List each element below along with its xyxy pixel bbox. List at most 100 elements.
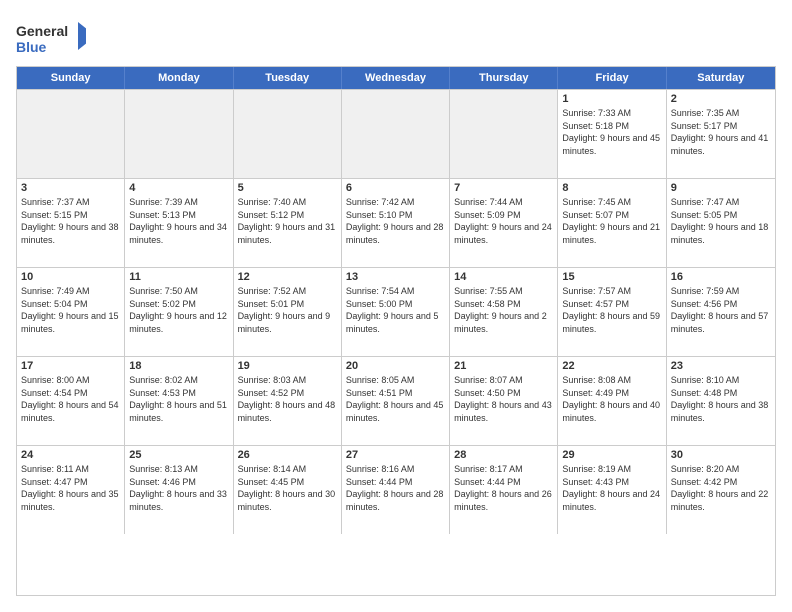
day-info: Sunrise: 8:02 AM Sunset: 4:53 PM Dayligh… [129, 374, 228, 424]
day-info: Sunrise: 7:33 AM Sunset: 5:18 PM Dayligh… [562, 107, 661, 157]
calendar-header: SundayMondayTuesdayWednesdayThursdayFrid… [17, 67, 775, 89]
day-number: 11 [129, 271, 228, 283]
day-cell-15: 15 Sunrise: 7:57 AM Sunset: 4:57 PM Dayli… [558, 268, 666, 356]
day-info: Sunrise: 7:59 AM Sunset: 4:56 PM Dayligh… [671, 285, 771, 335]
day-number: 30 [671, 449, 771, 461]
day-cell-20: 20Sunrise: 8:05 AM Sunset: 4:51 PM Dayli… [342, 357, 450, 445]
week-row-4: 17 Sunrise: 8:00 AM Sunset: 4:54 PM Dayli… [17, 356, 775, 445]
day-cell-26: 26 Sunrise: 8:14 AM Sunset: 4:45 PM Dayli… [234, 446, 342, 534]
day-header-saturday: Saturday [667, 67, 775, 89]
day-cell-18: 18 Sunrise: 8:02 AM Sunset: 4:53 PM Dayli… [125, 357, 233, 445]
day-info: Sunrise: 7:57 AM Sunset: 4:57 PM Dayligh… [562, 285, 661, 335]
svg-text:General: General [16, 23, 68, 39]
day-number: 1 [562, 93, 661, 105]
day-number: 22 [562, 360, 661, 372]
week-row-5: 24 Sunrise: 8:11 AM Sunset: 4:47 PM Dayli… [17, 445, 775, 534]
day-number: 21 [454, 360, 553, 372]
day-number: 15 [562, 271, 661, 283]
day-info: Sunrise: 7:39 AM Sunset: 5:13 PM Dayligh… [129, 196, 228, 246]
day-cell-6: 6 Sunrise: 7:42 AM Sunset: 5:10 PM Daylig… [342, 179, 450, 267]
day-number: 5 [238, 182, 337, 194]
day-cell-10: 10 Sunrise: 7:49 AM Sunset: 5:04 PM Dayli… [17, 268, 125, 356]
day-cell-24: 24 Sunrise: 8:11 AM Sunset: 4:47 PM Dayli… [17, 446, 125, 534]
day-info: Sunrise: 7:40 AM Sunset: 5:12 PM Dayligh… [238, 196, 337, 246]
day-info: Sunrise: 7:54 AM Sunset: 5:00 PM Dayligh… [346, 285, 445, 335]
empty-cell [450, 90, 558, 178]
day-info: Sunrise: 7:52 AM Sunset: 5:01 PM Dayligh… [238, 285, 337, 335]
svg-text:Blue: Blue [16, 39, 47, 55]
day-number: 28 [454, 449, 553, 461]
day-info: Sunrise: 7:42 AM Sunset: 5:10 PM Dayligh… [346, 196, 445, 246]
day-info: Sunrise: 7:44 AM Sunset: 5:09 PM Dayligh… [454, 196, 553, 246]
day-number: 18 [129, 360, 228, 372]
calendar: SundayMondayTuesdayWednesdayThursdayFrid… [16, 66, 776, 596]
day-info: Sunrise: 8:14 AM Sunset: 4:45 PM Dayligh… [238, 463, 337, 513]
day-number: 12 [238, 271, 337, 283]
day-number: 10 [21, 271, 120, 283]
week-row-2: 3Sunrise: 7:37 AM Sunset: 5:15 PM Daylig… [17, 178, 775, 267]
day-info: Sunrise: 7:55 AM Sunset: 4:58 PM Dayligh… [454, 285, 553, 335]
day-info: Sunrise: 8:11 AM Sunset: 4:47 PM Dayligh… [21, 463, 120, 513]
day-cell-13: 13 Sunrise: 7:54 AM Sunset: 5:00 PM Dayli… [342, 268, 450, 356]
day-info: Sunrise: 8:19 AM Sunset: 4:43 PM Dayligh… [562, 463, 661, 513]
day-cell-2: 2 Sunrise: 7:35 AM Sunset: 5:17 PM Daylig… [667, 90, 775, 178]
day-cell-4: 4 Sunrise: 7:39 AM Sunset: 5:13 PM Daylig… [125, 179, 233, 267]
day-cell-30: 30Sunrise: 8:20 AM Sunset: 4:42 PM Dayli… [667, 446, 775, 534]
day-header-friday: Friday [558, 67, 666, 89]
day-number: 2 [671, 93, 771, 105]
day-cell-3: 3Sunrise: 7:37 AM Sunset: 5:15 PM Daylig… [17, 179, 125, 267]
day-number: 27 [346, 449, 445, 461]
day-info: Sunrise: 8:13 AM Sunset: 4:46 PM Dayligh… [129, 463, 228, 513]
day-cell-11: 11 Sunrise: 7:50 AM Sunset: 5:02 PM Dayli… [125, 268, 233, 356]
day-cell-29: 29 Sunrise: 8:19 AM Sunset: 4:43 PM Dayli… [558, 446, 666, 534]
day-number: 7 [454, 182, 553, 194]
day-header-tuesday: Tuesday [234, 67, 342, 89]
day-cell-23: 23 Sunrise: 8:10 AM Sunset: 4:48 PM Dayli… [667, 357, 775, 445]
day-number: 6 [346, 182, 445, 194]
day-number: 13 [346, 271, 445, 283]
day-header-monday: Monday [125, 67, 233, 89]
day-info: Sunrise: 8:00 AM Sunset: 4:54 PM Dayligh… [21, 374, 120, 424]
week-row-1: 1 Sunrise: 7:33 AM Sunset: 5:18 PM Daylig… [17, 89, 775, 178]
day-number: 19 [238, 360, 337, 372]
day-number: 4 [129, 182, 228, 194]
day-cell-7: 7 Sunrise: 7:44 AM Sunset: 5:09 PM Daylig… [450, 179, 558, 267]
day-cell-14: 14 Sunrise: 7:55 AM Sunset: 4:58 PM Dayli… [450, 268, 558, 356]
day-info: Sunrise: 8:10 AM Sunset: 4:48 PM Dayligh… [671, 374, 771, 424]
page: General Blue SundayMondayTuesdayWednesda… [0, 0, 792, 612]
day-cell-21: 21 Sunrise: 8:07 AM Sunset: 4:50 PM Dayli… [450, 357, 558, 445]
day-number: 17 [21, 360, 120, 372]
day-cell-27: 27Sunrise: 8:16 AM Sunset: 4:44 PM Dayli… [342, 446, 450, 534]
day-cell-22: 22Sunrise: 8:08 AM Sunset: 4:49 PM Dayli… [558, 357, 666, 445]
day-number: 14 [454, 271, 553, 283]
day-number: 29 [562, 449, 661, 461]
header: General Blue [16, 16, 776, 56]
day-info: Sunrise: 7:50 AM Sunset: 5:02 PM Dayligh… [129, 285, 228, 335]
day-info: Sunrise: 7:37 AM Sunset: 5:15 PM Dayligh… [21, 196, 120, 246]
day-header-sunday: Sunday [17, 67, 125, 89]
day-cell-28: 28 Sunrise: 8:17 AM Sunset: 4:44 PM Dayli… [450, 446, 558, 534]
day-info: Sunrise: 7:45 AM Sunset: 5:07 PM Dayligh… [562, 196, 661, 246]
empty-cell [125, 90, 233, 178]
day-number: 24 [21, 449, 120, 461]
empty-cell [17, 90, 125, 178]
day-cell-9: 9Sunrise: 7:47 AM Sunset: 5:05 PM Daylig… [667, 179, 775, 267]
logo: General Blue [16, 20, 86, 56]
week-row-3: 10 Sunrise: 7:49 AM Sunset: 5:04 PM Dayli… [17, 267, 775, 356]
day-info: Sunrise: 8:07 AM Sunset: 4:50 PM Dayligh… [454, 374, 553, 424]
day-cell-1: 1 Sunrise: 7:33 AM Sunset: 5:18 PM Daylig… [558, 90, 666, 178]
day-header-thursday: Thursday [450, 67, 558, 89]
day-cell-16: 16 Sunrise: 7:59 AM Sunset: 4:56 PM Dayli… [667, 268, 775, 356]
day-info: Sunrise: 8:03 AM Sunset: 4:52 PM Dayligh… [238, 374, 337, 424]
day-info: Sunrise: 8:17 AM Sunset: 4:44 PM Dayligh… [454, 463, 553, 513]
day-number: 23 [671, 360, 771, 372]
day-number: 26 [238, 449, 337, 461]
day-cell-5: 5 Sunrise: 7:40 AM Sunset: 5:12 PM Daylig… [234, 179, 342, 267]
day-info: Sunrise: 7:35 AM Sunset: 5:17 PM Dayligh… [671, 107, 771, 157]
day-cell-19: 19 Sunrise: 8:03 AM Sunset: 4:52 PM Dayli… [234, 357, 342, 445]
calendar-body: 1 Sunrise: 7:33 AM Sunset: 5:18 PM Daylig… [17, 89, 775, 534]
empty-cell [234, 90, 342, 178]
day-number: 16 [671, 271, 771, 283]
day-number: 25 [129, 449, 228, 461]
day-info: Sunrise: 7:49 AM Sunset: 5:04 PM Dayligh… [21, 285, 120, 335]
